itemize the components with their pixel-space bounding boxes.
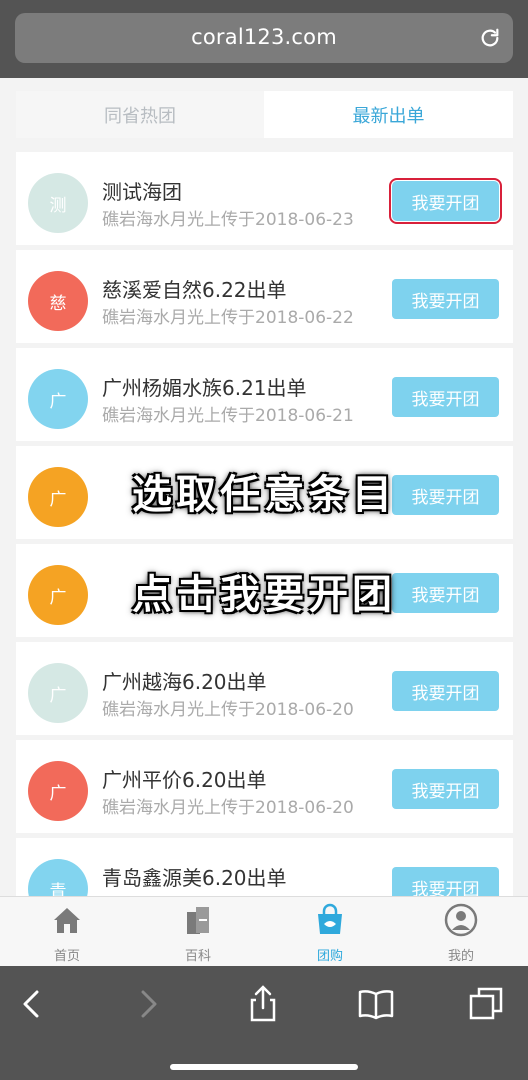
nav-label: 我的	[447, 949, 474, 964]
reload-icon[interactable]	[479, 27, 501, 49]
back-icon[interactable]	[12, 984, 52, 1024]
tab-bar: 同省热团 最新出单	[0, 78, 528, 146]
nav-item-encyclopedia[interactable]: 百科	[148, 903, 248, 964]
start-group-button[interactable]: 我要开团	[392, 279, 499, 319]
encyclopedia-icon	[187, 907, 209, 934]
group-buy-icon	[318, 903, 342, 934]
avatar: 慈	[28, 271, 88, 331]
item-subtitle: 礁岩海水月光上传于2018-06-23	[102, 210, 354, 230]
nav-label: 首页	[53, 949, 80, 964]
item-subtitle: 礁岩海水月光上传于2018-06-21	[102, 406, 354, 426]
nav-item-profile[interactable]: 我的	[411, 903, 511, 964]
item-subtitle: 礁岩海水月光上传于2018-06-20	[102, 798, 354, 818]
nav-item-group-buy[interactable]: 团购	[280, 903, 380, 964]
url-text[interactable]: coral123.com	[15, 25, 513, 49]
avatar: 广	[28, 761, 88, 821]
start-group-button[interactable]: 我要开团	[392, 377, 499, 417]
tabs-icon[interactable]	[467, 984, 507, 1024]
item-title: 青岛鑫源美6.20出单	[102, 866, 287, 890]
item-title: 广州杨媚水族6.21出单	[102, 376, 307, 400]
address-bar[interactable]: coral123.com	[15, 13, 513, 63]
list-item[interactable]: 慈 慈溪爱自然6.22出单 礁岩海水月光上传于2018-06-22 我要开团	[16, 250, 513, 343]
share-icon[interactable]	[243, 984, 283, 1024]
item-subtitle: 礁岩海水月光上传于2018-06-22	[102, 308, 354, 328]
browser-toolbar	[0, 966, 528, 1080]
list-item[interactable]: 广 广州越海6.20出单 礁岩海水月光上传于2018-06-20 我要开团	[16, 642, 513, 735]
forward-icon[interactable]	[128, 984, 168, 1024]
start-group-button[interactable]: 我要开团	[389, 178, 502, 224]
browser-top-bar: coral123.com	[0, 0, 528, 78]
tab-same-province[interactable]: 同省热团	[16, 91, 264, 138]
home-icon	[54, 908, 80, 933]
overlay-caption-line1: 选取任意条目	[132, 472, 396, 518]
item-title: 慈溪爱自然6.22出单	[102, 278, 287, 302]
order-list: 测 测试海团 礁岩海水月光上传于2018-06-23 我要开团 慈 慈溪爱自然6…	[0, 152, 528, 896]
overlay-caption-line2: 点击我要开团	[132, 572, 396, 618]
start-group-button[interactable]: 我要开团	[392, 671, 499, 711]
profile-icon	[444, 903, 478, 937]
nav-label: 百科	[184, 949, 211, 964]
item-subtitle: 礁岩海水月光上传于2018-06-20	[102, 700, 354, 720]
home-indicator	[170, 1064, 358, 1070]
avatar: 青	[28, 859, 88, 896]
item-title: 广州越海6.20出单	[102, 670, 267, 694]
tab-latest-orders[interactable]: 最新出单	[264, 91, 513, 138]
avatar: 广	[28, 369, 88, 429]
bottom-nav: 首页 百科 团购 我的	[0, 896, 528, 966]
list-item[interactable]: 青 青岛鑫源美6.20出单 我要开团	[16, 838, 513, 896]
item-title: 测试海团	[102, 180, 182, 204]
avatar: 测	[28, 173, 88, 233]
list-item[interactable]: 广 广州平价6.20出单 礁岩海水月光上传于2018-06-20 我要开团	[16, 740, 513, 833]
item-title: 广州平价6.20出单	[102, 768, 267, 792]
list-item[interactable]: 测 测试海团 礁岩海水月光上传于2018-06-23 我要开团	[16, 152, 513, 245]
bookmarks-icon[interactable]	[356, 984, 396, 1024]
start-group-button[interactable]: 我要开团	[392, 867, 499, 896]
start-group-button[interactable]: 我要开团	[392, 769, 499, 809]
nav-item-home[interactable]: 首页	[17, 903, 117, 964]
list-item[interactable]: 广 广州杨媚水族6.21出单 礁岩海水月光上传于2018-06-21 我要开团	[16, 348, 513, 441]
nav-label: 团购	[316, 949, 343, 964]
avatar: 广	[28, 663, 88, 723]
